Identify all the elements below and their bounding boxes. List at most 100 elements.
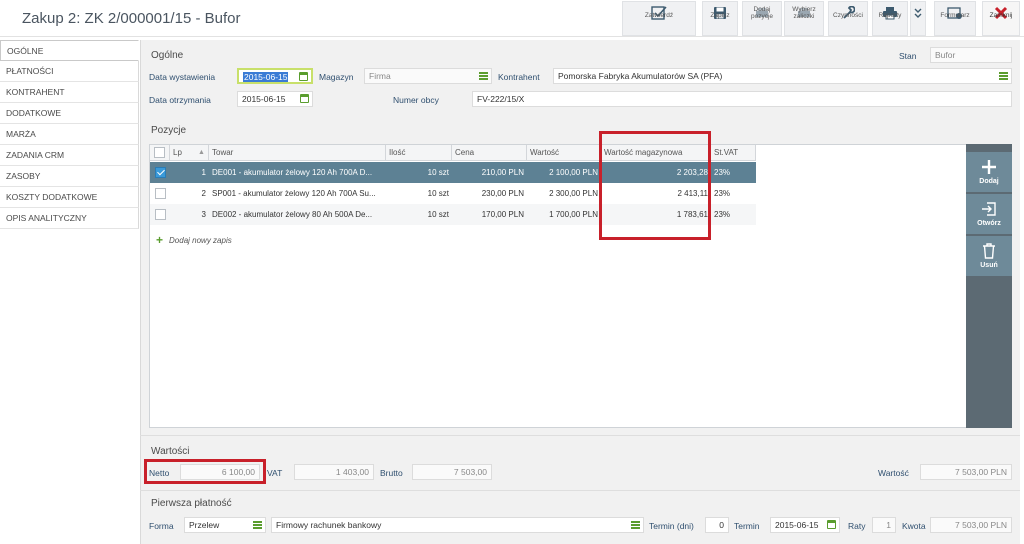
header-select[interactable] — [150, 145, 170, 161]
term-days-field[interactable]: 0 — [705, 517, 729, 533]
form-label: Formularz — [940, 12, 970, 19]
add-new-record-link[interactable]: + Dodaj nowy zapis — [156, 233, 232, 247]
cell-towar: DE001 - akumulator żelowy 120 Ah 700A D.… — [212, 168, 373, 177]
positions-table: Lp ▲ Towar Ilość Cena Wartość Wartość ma… — [149, 144, 967, 428]
contractor-field[interactable]: Pomorska Fabryka Akumulatorów SA (PFA) — [553, 68, 1012, 84]
delete-row-button[interactable]: Usuń — [966, 236, 1012, 276]
calendar-icon[interactable] — [299, 72, 308, 81]
vat-label: VAT — [267, 468, 283, 478]
warehouse-field[interactable]: Firma — [364, 68, 492, 84]
values-section-title: Wartości — [151, 446, 190, 457]
issue-date-field[interactable]: 2015-06-15 — [237, 68, 313, 84]
issue-date-value: 2015-06-15 — [243, 72, 289, 82]
add-positions-button[interactable]: Dodaj pozycje — [742, 1, 782, 36]
receipt-date-label: Data otrzymania — [149, 95, 211, 105]
total-value-field: 7 503,00 PLN — [920, 464, 1012, 480]
list-icon[interactable] — [479, 72, 488, 80]
cell-st-vat: 23% — [714, 210, 731, 219]
add-positions-label: Dodaj pozycje — [750, 6, 774, 20]
highlight-warehouse-value-column — [599, 131, 711, 240]
brutto-field: 7 503,00 — [412, 464, 492, 480]
sidebar-item-ogolne[interactable]: OGÓLNE — [0, 40, 139, 61]
positions-section-title: Pozycje — [151, 125, 187, 136]
warehouse-label: Magazyn — [319, 72, 354, 82]
select-advances-label: Wybierz zaliczki — [792, 6, 816, 20]
bank-account-field[interactable]: Firmowy rachunek bankowy — [271, 517, 644, 533]
highlight-netto — [144, 459, 266, 484]
list-icon[interactable] — [999, 72, 1008, 80]
payment-form-label: Forma — [149, 521, 174, 531]
divider — [140, 490, 1020, 491]
header-st-vat[interactable]: St.VAT — [711, 145, 756, 161]
term-date-value: 2015-06-15 — [775, 520, 819, 530]
total-value-label: Wartość — [878, 468, 909, 478]
cell-ilosc: 10 szt — [427, 168, 449, 177]
sidebar-item-koszty-dodatkowe[interactable]: KOSZTY DODATKOWE — [0, 187, 139, 208]
add-new-record-label: Dodaj nowy zapis — [169, 235, 232, 245]
issue-date-label: Data wystawienia — [149, 72, 216, 82]
calendar-icon[interactable] — [300, 94, 309, 103]
header-ilosc[interactable]: Ilość — [386, 145, 452, 161]
cell-wartosc: 2 100,00 PLN — [549, 168, 598, 177]
sidebar-item-zasoby[interactable]: ZASOBY — [0, 166, 139, 187]
receipt-date-field[interactable]: 2015-06-15 — [237, 91, 313, 107]
header-wartosc[interactable]: Wartość — [527, 145, 601, 161]
header-cena[interactable]: Cena — [452, 145, 527, 161]
amount-field: 7 503,00 PLN — [930, 517, 1012, 533]
term-date-field[interactable]: 2015-06-15 — [770, 517, 840, 533]
cell-ilosc: 10 szt — [427, 189, 449, 198]
payment-form-field[interactable]: Przelew — [184, 517, 266, 533]
row-checkbox[interactable] — [155, 188, 166, 199]
open-icon — [982, 202, 996, 216]
sidebar-item-dodatkowe[interactable]: DODATKOWE — [0, 103, 139, 124]
cell-cena: 230,00 PLN — [481, 189, 524, 198]
calendar-icon[interactable] — [827, 520, 836, 529]
row-checkbox[interactable] — [155, 167, 166, 178]
sidebar-item-marza[interactable]: MARŻA — [0, 124, 139, 145]
cell-st-vat: 23% — [714, 168, 731, 177]
header-towar[interactable]: Towar — [209, 145, 386, 161]
form-button[interactable]: Formularz — [934, 1, 976, 36]
sort-asc-icon: ▲ — [198, 149, 205, 156]
installments-label: Raty — [848, 521, 866, 531]
reports-button[interactable]: Raporty — [872, 1, 908, 36]
plus-icon: + — [156, 233, 164, 247]
plus-icon — [982, 160, 996, 174]
add-row-button[interactable]: Dodaj — [966, 152, 1012, 192]
close-button[interactable]: Zamknij — [982, 1, 1020, 36]
approve-button[interactable]: Zatwierdź — [622, 1, 696, 36]
open-row-button[interactable]: Otwórz — [966, 194, 1012, 234]
more-menu-button[interactable] — [910, 1, 926, 36]
foreign-number-field[interactable]: FV-222/15/X — [472, 91, 1012, 107]
sidebar-item-platnosci[interactable]: PŁATNOŚCI — [0, 61, 139, 82]
delete-row-label: Usuń — [980, 262, 998, 269]
cell-towar: SP001 - akumulator żelowy 120 Ah 700A Su… — [212, 189, 376, 198]
trash-icon — [983, 243, 995, 259]
sidebar-item-zadania-crm[interactable]: ZADANIA CRM — [0, 145, 139, 166]
list-icon[interactable] — [253, 521, 262, 529]
bank-account-value: Firmowy rachunek bankowy — [276, 520, 382, 530]
payment-section-title: Pierwsza płatność — [151, 498, 232, 509]
save-button[interactable]: Zapisz — [702, 1, 738, 36]
term-days-label: Termin (dni) — [649, 521, 694, 531]
cell-wartosc: 1 700,00 PLN — [549, 210, 598, 219]
payment-form-value: Przelew — [189, 520, 220, 530]
list-icon[interactable] — [631, 521, 640, 529]
actions-button[interactable]: Czynności — [828, 1, 868, 36]
cell-lp: 3 — [201, 210, 206, 219]
sidebar-item-opis-analityczny[interactable]: OPIS ANALITYCZNY — [0, 208, 139, 229]
cell-cena: 170,00 PLN — [481, 210, 524, 219]
amount-label: Kwota — [902, 521, 926, 531]
select-all-checkbox[interactable] — [154, 147, 165, 158]
select-advances-button[interactable]: Wybierz zaliczki — [784, 1, 824, 36]
foreign-number-label: Numer obcy — [393, 95, 439, 105]
header-lp[interactable]: Lp ▲ — [170, 145, 209, 161]
divider — [140, 435, 1020, 436]
add-row-label: Dodaj — [979, 178, 999, 185]
row-checkbox[interactable] — [155, 209, 166, 220]
sidebar-item-kontrahent[interactable]: KONTRAHENT — [0, 82, 139, 103]
cell-lp: 1 — [201, 168, 206, 177]
receipt-date-value: 2015-06-15 — [242, 94, 286, 104]
save-label: Zapisz — [710, 12, 730, 19]
header-lp-label: Lp — [173, 148, 182, 157]
